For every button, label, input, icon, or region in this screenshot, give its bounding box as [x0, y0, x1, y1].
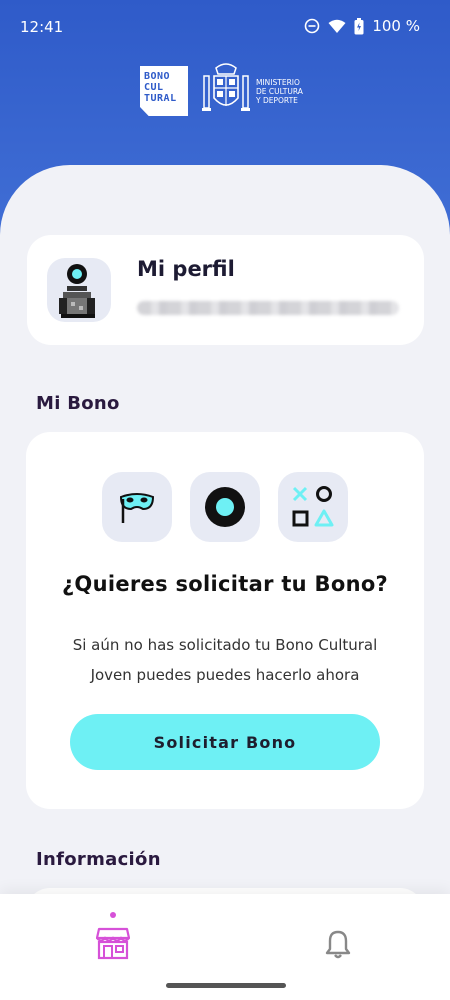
battery-percent: 100 %: [372, 17, 420, 35]
profile-email-redacted: [137, 301, 399, 315]
ring-icon: [190, 472, 260, 542]
section-heading-informacion: Información: [36, 849, 161, 870]
ministry-logo: MINISTERIO DE CULTURA Y DEPORTE: [202, 62, 303, 120]
coat-of-arms-icon: [202, 62, 250, 120]
mask-icon: [102, 472, 172, 542]
ministry-name: MINISTERIO DE CULTURA Y DEPORTE: [256, 77, 303, 105]
bono-description: Si aún no has solicitado tu Bono Cultura…: [72, 636, 378, 684]
game-symbols-icon: [278, 472, 348, 542]
wifi-icon: [328, 19, 346, 34]
bono-card: ¿Quieres solicitar tu Bono? Si aún no ha…: [26, 432, 424, 809]
profile-title: Mi perfil: [137, 257, 235, 281]
profile-card[interactable]: Mi perfil: [27, 235, 424, 345]
active-indicator-dot: [110, 912, 116, 918]
status-bar: 12:41 100 %: [0, 0, 450, 56]
avatar: [47, 258, 111, 322]
do-not-disturb-icon: [304, 18, 320, 34]
bono-cultural-logo: BONO CUL TURAL: [140, 66, 188, 116]
store-icon[interactable]: [95, 926, 131, 964]
header-logos: BONO CUL TURAL MINISTERIO DE CULTURA Y D…: [140, 62, 303, 120]
status-icons: 100 %: [304, 17, 420, 35]
battery-icon: [354, 17, 364, 35]
status-time: 12:41: [20, 18, 64, 36]
bell-icon[interactable]: [325, 929, 351, 963]
home-indicator[interactable]: [166, 983, 286, 988]
solicitar-bono-button[interactable]: Solicitar Bono: [70, 714, 380, 770]
bono-question: ¿Quieres solicitar tu Bono?: [61, 572, 389, 596]
bono-icons-row: [102, 472, 348, 542]
section-heading-mi-bono: Mi Bono: [36, 393, 120, 414]
